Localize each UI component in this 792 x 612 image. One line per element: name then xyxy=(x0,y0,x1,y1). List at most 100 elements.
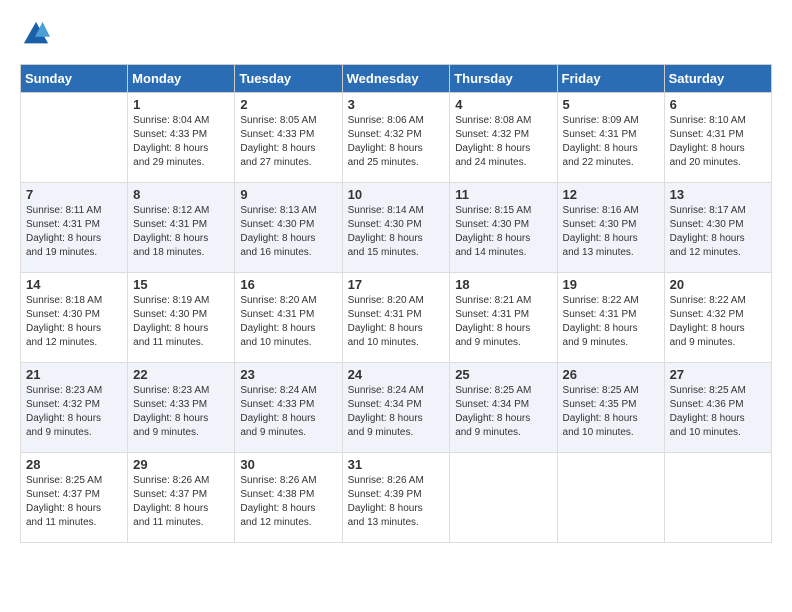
calendar-cell: 27 Sunrise: 8:25 AM Sunset: 4:36 PM Dayli… xyxy=(664,362,771,452)
day-info: Sunrise: 8:24 AM Sunset: 4:34 PM Dayligh… xyxy=(348,384,445,440)
day-info: Sunrise: 8:15 AM Sunset: 4:30 PM Dayligh… xyxy=(455,204,551,260)
day-number: 8 xyxy=(133,187,229,202)
calendar-cell xyxy=(557,452,664,542)
weekday-header-monday: Monday xyxy=(128,64,235,92)
day-number: 7 xyxy=(26,187,122,202)
calendar-week-row: 21 Sunrise: 8:23 AM Sunset: 4:32 PM Dayli… xyxy=(21,362,772,452)
calendar-cell: 24 Sunrise: 8:24 AM Sunset: 4:34 PM Dayli… xyxy=(342,362,450,452)
calendar-cell: 21 Sunrise: 8:23 AM Sunset: 4:32 PM Dayli… xyxy=(21,362,128,452)
calendar-cell: 18 Sunrise: 8:21 AM Sunset: 4:31 PM Dayli… xyxy=(450,272,557,362)
day-number: 14 xyxy=(26,277,122,292)
day-number: 11 xyxy=(455,187,551,202)
calendar-cell: 20 Sunrise: 8:22 AM Sunset: 4:32 PM Dayli… xyxy=(664,272,771,362)
calendar-week-row: 1 Sunrise: 8:04 AM Sunset: 4:33 PM Daylig… xyxy=(21,92,772,182)
calendar-week-row: 7 Sunrise: 8:11 AM Sunset: 4:31 PM Daylig… xyxy=(21,182,772,272)
weekday-header-saturday: Saturday xyxy=(664,64,771,92)
calendar-cell: 25Sunrise: 8:25 AM Sunset: 4:34 PM Dayli… xyxy=(450,362,557,452)
day-info: Sunrise: 8:26 AM Sunset: 4:37 PM Dayligh… xyxy=(133,474,229,530)
day-info: Sunrise: 8:20 AM Sunset: 4:31 PM Dayligh… xyxy=(348,294,445,350)
calendar-cell: 14 Sunrise: 8:18 AM Sunset: 4:30 PM Dayli… xyxy=(21,272,128,362)
day-number: 12 xyxy=(563,187,659,202)
calendar-cell: 19 Sunrise: 8:22 AM Sunset: 4:31 PM Dayli… xyxy=(557,272,664,362)
calendar-cell: 2 Sunrise: 8:05 AM Sunset: 4:33 PM Daylig… xyxy=(235,92,342,182)
day-number: 4 xyxy=(455,97,551,112)
day-info: Sunrise: 8:04 AM Sunset: 4:33 PM Dayligh… xyxy=(133,114,229,170)
day-number: 18 xyxy=(455,277,551,292)
calendar-cell: 10 Sunrise: 8:14 AM Sunset: 4:30 PM Dayli… xyxy=(342,182,450,272)
calendar-week-row: 14 Sunrise: 8:18 AM Sunset: 4:30 PM Dayli… xyxy=(21,272,772,362)
day-info: Sunrise: 8:09 AM Sunset: 4:31 PM Dayligh… xyxy=(563,114,659,170)
day-number: 3 xyxy=(348,97,445,112)
day-info: Sunrise: 8:06 AM Sunset: 4:32 PM Dayligh… xyxy=(348,114,445,170)
day-info: Sunrise: 8:18 AM Sunset: 4:30 PM Dayligh… xyxy=(26,294,122,350)
day-number: 24 xyxy=(348,367,445,382)
day-info: Sunrise: 8:23 AM Sunset: 4:33 PM Dayligh… xyxy=(133,384,229,440)
day-number: 19 xyxy=(563,277,659,292)
calendar-cell xyxy=(21,92,128,182)
day-info: Sunrise: 8:26 AM Sunset: 4:39 PM Dayligh… xyxy=(348,474,445,530)
day-info: Sunrise: 8:12 AM Sunset: 4:31 PM Dayligh… xyxy=(133,204,229,260)
day-number: 17 xyxy=(348,277,445,292)
day-number: 15 xyxy=(133,277,229,292)
logo xyxy=(20,20,50,54)
day-number: 27 xyxy=(670,367,766,382)
day-info: Sunrise: 8:08 AM Sunset: 4:32 PM Dayligh… xyxy=(455,114,551,170)
day-number: 10 xyxy=(348,187,445,202)
day-info: Sunrise: 8:14 AM Sunset: 4:30 PM Dayligh… xyxy=(348,204,445,260)
day-number: 5 xyxy=(563,97,659,112)
day-info: Sunrise: 8:22 AM Sunset: 4:32 PM Dayligh… xyxy=(670,294,766,350)
day-info: Sunrise: 8:23 AM Sunset: 4:32 PM Dayligh… xyxy=(26,384,122,440)
calendar-cell: 26 Sunrise: 8:25 AM Sunset: 4:35 PM Dayli… xyxy=(557,362,664,452)
day-info: Sunrise: 8:24 AM Sunset: 4:33 PM Dayligh… xyxy=(240,384,336,440)
day-number: 22 xyxy=(133,367,229,382)
day-number: 21 xyxy=(26,367,122,382)
day-number: 31 xyxy=(348,457,445,472)
calendar-cell: 28 Sunrise: 8:25 AM Sunset: 4:37 PM Dayli… xyxy=(21,452,128,542)
day-info: Sunrise: 8:25 AM Sunset: 4:35 PM Dayligh… xyxy=(563,384,659,440)
calendar-cell: 11 Sunrise: 8:15 AM Sunset: 4:30 PM Dayli… xyxy=(450,182,557,272)
weekday-header-thursday: Thursday xyxy=(450,64,557,92)
day-info: Sunrise: 8:25 AM Sunset: 4:36 PM Dayligh… xyxy=(670,384,766,440)
calendar-cell: 6 Sunrise: 8:10 AM Sunset: 4:31 PM Daylig… xyxy=(664,92,771,182)
calendar-cell: 8 Sunrise: 8:12 AM Sunset: 4:31 PM Daylig… xyxy=(128,182,235,272)
day-info: Sunrise: 8:25 AM Sunset: 4:37 PM Dayligh… xyxy=(26,474,122,530)
calendar-table: SundayMondayTuesdayWednesdayThursdayFrid… xyxy=(20,64,772,543)
day-number: 9 xyxy=(240,187,336,202)
calendar-cell: 4 Sunrise: 8:08 AM Sunset: 4:32 PM Daylig… xyxy=(450,92,557,182)
day-number: 16 xyxy=(240,277,336,292)
day-info: Sunrise: 8:05 AM Sunset: 4:33 PM Dayligh… xyxy=(240,114,336,170)
day-number: 2 xyxy=(240,97,336,112)
day-number: 30 xyxy=(240,457,336,472)
day-info: Sunrise: 8:20 AM Sunset: 4:31 PM Dayligh… xyxy=(240,294,336,350)
day-info: Sunrise: 8:22 AM Sunset: 4:31 PM Dayligh… xyxy=(563,294,659,350)
calendar-cell xyxy=(664,452,771,542)
calendar-cell: 9 Sunrise: 8:13 AM Sunset: 4:30 PM Daylig… xyxy=(235,182,342,272)
day-info: Sunrise: 8:25 AM Sunset: 4:34 PM Dayligh… xyxy=(455,384,551,440)
day-info: Sunrise: 8:10 AM Sunset: 4:31 PM Dayligh… xyxy=(670,114,766,170)
weekday-header-wednesday: Wednesday xyxy=(342,64,450,92)
day-number: 20 xyxy=(670,277,766,292)
logo-icon xyxy=(22,20,50,48)
day-number: 1 xyxy=(133,97,229,112)
weekday-header-row: SundayMondayTuesdayWednesdayThursdayFrid… xyxy=(21,64,772,92)
calendar-cell: 29 Sunrise: 8:26 AM Sunset: 4:37 PM Dayli… xyxy=(128,452,235,542)
day-number: 23 xyxy=(240,367,336,382)
page-header xyxy=(20,20,772,54)
day-info: Sunrise: 8:21 AM Sunset: 4:31 PM Dayligh… xyxy=(455,294,551,350)
day-number: 26 xyxy=(563,367,659,382)
calendar-cell: 16 Sunrise: 8:20 AM Sunset: 4:31 PM Dayli… xyxy=(235,272,342,362)
day-info: Sunrise: 8:26 AM Sunset: 4:38 PM Dayligh… xyxy=(240,474,336,530)
calendar-cell xyxy=(450,452,557,542)
calendar-cell: 17 Sunrise: 8:20 AM Sunset: 4:31 PM Dayli… xyxy=(342,272,450,362)
day-number: 29 xyxy=(133,457,229,472)
day-info: Sunrise: 8:13 AM Sunset: 4:30 PM Dayligh… xyxy=(240,204,336,260)
day-info: Sunrise: 8:11 AM Sunset: 4:31 PM Dayligh… xyxy=(26,204,122,260)
day-info: Sunrise: 8:19 AM Sunset: 4:30 PM Dayligh… xyxy=(133,294,229,350)
calendar-cell: 1 Sunrise: 8:04 AM Sunset: 4:33 PM Daylig… xyxy=(128,92,235,182)
day-info: Sunrise: 8:16 AM Sunset: 4:30 PM Dayligh… xyxy=(563,204,659,260)
calendar-cell: 5 Sunrise: 8:09 AM Sunset: 4:31 PM Daylig… xyxy=(557,92,664,182)
day-number: 28 xyxy=(26,457,122,472)
calendar-cell: 7 Sunrise: 8:11 AM Sunset: 4:31 PM Daylig… xyxy=(21,182,128,272)
weekday-header-friday: Friday xyxy=(557,64,664,92)
day-number: 6 xyxy=(670,97,766,112)
